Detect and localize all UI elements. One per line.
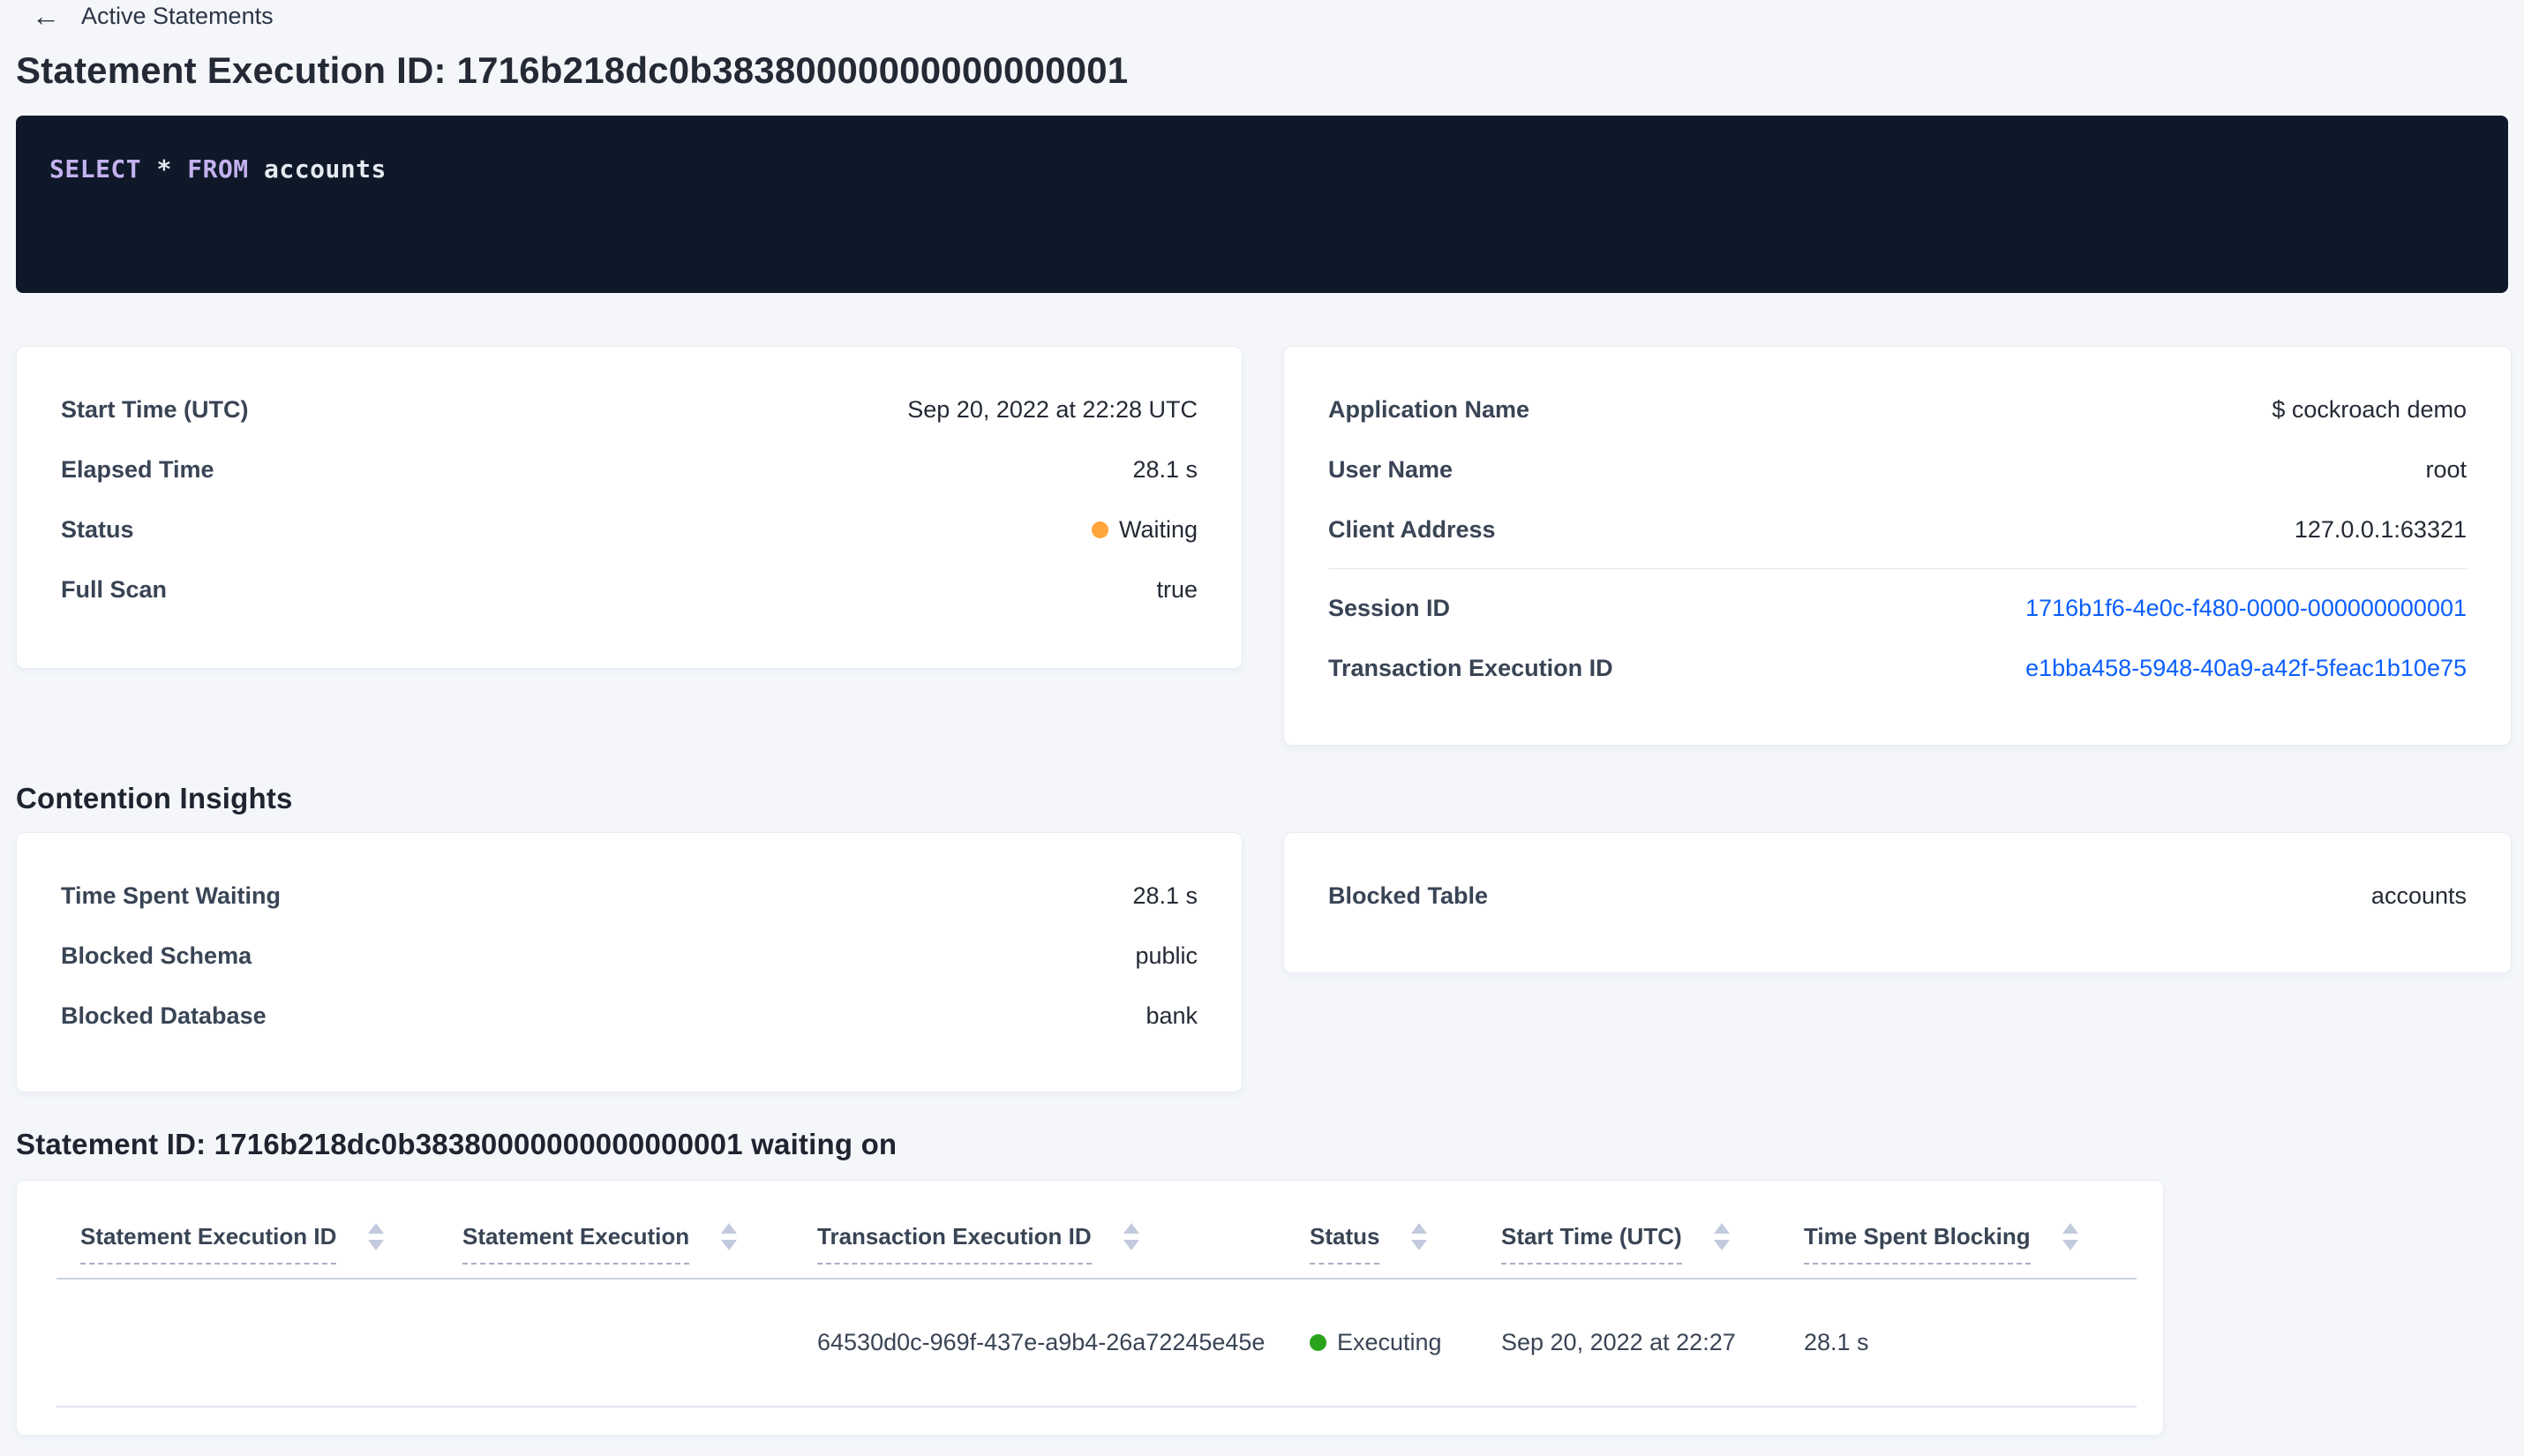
contention-card: Time Spent Waiting 28.1 s Blocked Schema… [16, 832, 1243, 1092]
column-header-start-time[interactable]: Start Time (UTC) [1501, 1222, 1804, 1265]
cell-start-time: Sep 20, 2022 at 22:27 [1501, 1329, 1736, 1355]
user-name-label: User Name [1328, 455, 1454, 483]
status-row: Status Waiting [17, 499, 1242, 559]
full-scan-row: Full Scan true [17, 559, 1242, 619]
column-header-statement-execution-id[interactable]: Statement Execution ID [80, 1222, 462, 1265]
back-link-label: Active Statements [81, 2, 274, 29]
arrow-left-icon: ← [32, 0, 60, 32]
contention-insights-heading: Contention Insights [16, 782, 293, 814]
waiting-on-heading: Statement ID: 1716b218dc0b38380000000000… [16, 1128, 898, 1160]
user-name-row: User Name root [1284, 439, 2511, 499]
sql-star: * [156, 154, 172, 184]
sql-statement-text: SELECT * FROM accounts [49, 154, 2475, 184]
time-spent-waiting-label: Time Spent Waiting [61, 882, 282, 909]
blocked-database-label: Blocked Database [61, 1002, 267, 1029]
column-header-time-spent-blocking[interactable]: Time Spent Blocking [1804, 1222, 2163, 1265]
blocked-schema-label: Blocked Schema [61, 942, 252, 969]
sort-arrows-icon[interactable] [1411, 1222, 1428, 1250]
start-time-row: Start Time (UTC) Sep 20, 2022 at 22:28 U… [17, 379, 1242, 439]
sql-table-name: accounts [264, 154, 387, 184]
cell-time-spent-blocking: 28.1 s [1804, 1329, 1869, 1355]
sort-arrows-icon[interactable] [721, 1222, 738, 1250]
sort-arrows-icon[interactable] [368, 1222, 385, 1250]
column-header-statement-execution-label[interactable]: Statement Execution [462, 1223, 690, 1265]
page-title: Statement Execution ID: 1716b218dc0b3838… [16, 49, 1129, 91]
blocked-database-row: Blocked Database bank [17, 986, 1242, 1046]
application-name-value: $ cockroach demo [2272, 395, 2467, 423]
blocked-schema-row: Blocked Schema public [17, 926, 1242, 986]
transaction-execution-id-label: Transaction Execution ID [1328, 654, 1613, 681]
sql-statement-box: SELECT * FROM accounts [16, 116, 2508, 293]
column-header-status-label[interactable]: Status [1310, 1223, 1380, 1265]
client-address-value: 127.0.0.1:63321 [2294, 515, 2467, 543]
status-badge: Waiting [1091, 515, 1198, 544]
status-executing-dot-icon [1310, 1334, 1326, 1351]
column-header-start-time-label[interactable]: Start Time (UTC) [1501, 1223, 1682, 1265]
session-card: Application Name $ cockroach demo User N… [1283, 346, 2512, 746]
elapsed-time-row: Elapsed Time 28.1 s [17, 439, 1242, 499]
time-spent-waiting-value: 28.1 s [1132, 882, 1198, 909]
sql-keyword-select: SELECT [49, 154, 142, 184]
blocked-table-card: Blocked Table accounts [1283, 832, 2512, 973]
transaction-execution-id-link[interactable]: e1bba458-5948-40a9-a42f-5feac1b10e75 [2025, 655, 2467, 682]
column-header-statement-execution[interactable]: Statement Execution [462, 1222, 817, 1265]
sql-keyword-from: FROM [187, 154, 249, 184]
time-spent-waiting-row: Time Spent Waiting 28.1 s [17, 866, 1242, 926]
application-name-label: Application Name [1328, 395, 1530, 423]
session-id-row: Session ID 1716b1f6-4e0c-f480-0000-00000… [1284, 578, 2511, 638]
column-header-status[interactable]: Status [1310, 1222, 1501, 1265]
waiting-on-table: Statement Execution ID Statement Executi… [16, 1180, 2164, 1436]
column-header-time-spent-blocking-label[interactable]: Time Spent Blocking [1804, 1223, 2031, 1265]
status-waiting-dot-icon [1091, 521, 1108, 538]
cell-status: Executing [1310, 1329, 1501, 1356]
client-address-row: Client Address 127.0.0.1:63321 [1284, 499, 2511, 559]
cell-status-value: Executing [1337, 1329, 1442, 1355]
sort-arrows-icon[interactable] [2062, 1222, 2078, 1250]
back-to-active-statements-link[interactable]: ← Active Statements [32, 2, 274, 30]
blocked-schema-value: public [1135, 942, 1198, 969]
full-scan-label: Full Scan [61, 575, 168, 603]
blocked-table-row: Blocked Table accounts [1284, 866, 2511, 926]
start-time-value: Sep 20, 2022 at 22:28 UTC [907, 395, 1198, 423]
table-row-separator [56, 1406, 2137, 1407]
application-name-row: Application Name $ cockroach demo [1284, 379, 2511, 439]
column-header-statement-execution-id-label[interactable]: Statement Execution ID [80, 1223, 337, 1265]
status-value: Waiting [1118, 515, 1198, 543]
transaction-execution-id-row: Transaction Execution ID e1bba458-5948-4… [1284, 638, 2511, 698]
sort-arrows-icon[interactable] [1123, 1222, 1139, 1250]
blocked-database-value: bank [1146, 1002, 1198, 1029]
sort-arrows-icon[interactable] [1713, 1222, 1730, 1250]
blocked-table-label: Blocked Table [1328, 882, 1489, 909]
user-name-value: root [2425, 455, 2467, 483]
table-header-row: Statement Execution ID Statement Executi… [17, 1181, 2163, 1278]
status-label: Status [61, 515, 134, 543]
session-card-divider [1328, 568, 2467, 569]
session-id-label: Session ID [1328, 594, 1451, 621]
session-id-link[interactable]: 1716b1f6-4e0c-f480-0000-000000000001 [2025, 595, 2467, 622]
cell-transaction-execution-id: 64530d0c-969f-437e-a9b4-26a72245e45e [817, 1329, 1266, 1355]
overview-card: Start Time (UTC) Sep 20, 2022 at 22:28 U… [16, 346, 1243, 669]
table-row: 64530d0c-969f-437e-a9b4-26a72245e45e Exe… [17, 1280, 2163, 1406]
start-time-label: Start Time (UTC) [61, 395, 249, 423]
elapsed-time-value: 28.1 s [1132, 455, 1198, 483]
blocked-table-value: accounts [2370, 882, 2467, 909]
full-scan-value: true [1156, 575, 1198, 603]
elapsed-time-label: Elapsed Time [61, 455, 214, 483]
client-address-label: Client Address [1328, 515, 1496, 543]
column-header-transaction-execution-id-label[interactable]: Transaction Execution ID [817, 1223, 1092, 1265]
column-header-transaction-execution-id[interactable]: Transaction Execution ID [817, 1222, 1310, 1265]
